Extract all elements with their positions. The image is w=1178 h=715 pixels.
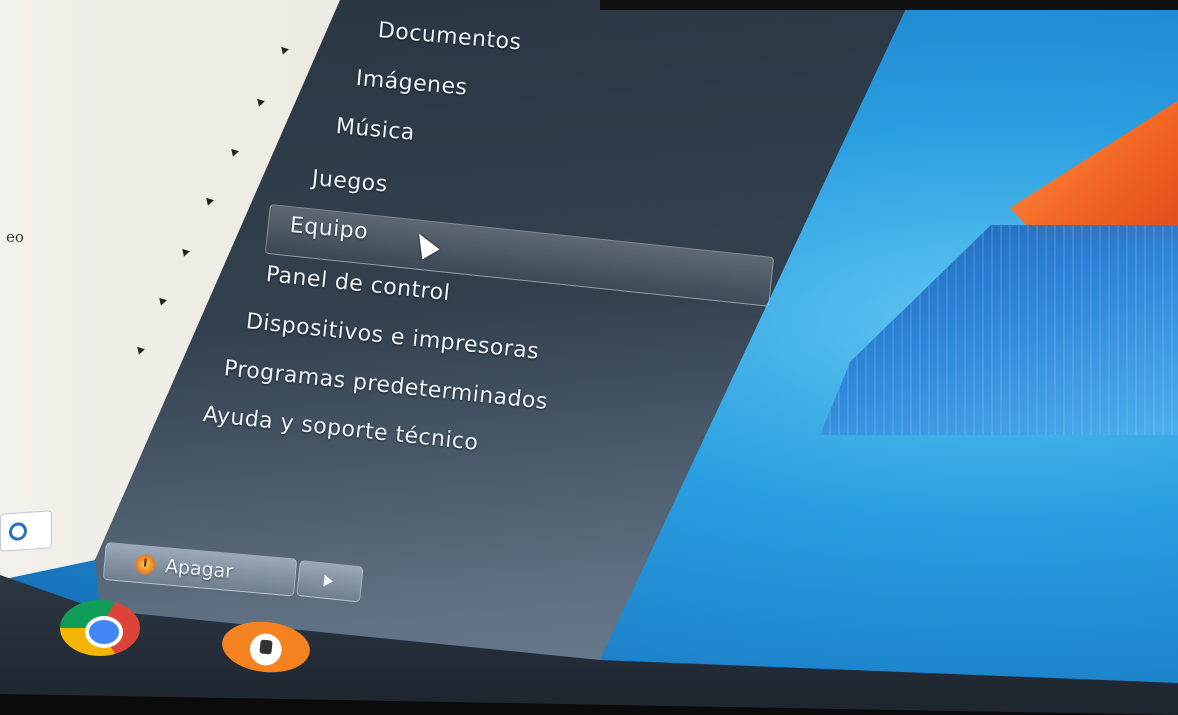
submenu-arrow-icon[interactable]	[231, 147, 240, 157]
submenu-arrow-icon[interactable]	[257, 97, 266, 107]
shutdown-options-button[interactable]	[296, 560, 364, 603]
submenu-arrow-icon[interactable]	[281, 45, 290, 55]
shield-power-icon	[134, 553, 157, 576]
submenu-arrow-icon[interactable]	[182, 247, 191, 257]
screen: eo Documentos Imágenes Música Juegos Equ…	[0, 0, 1178, 715]
submenu-arrow-icon[interactable]	[159, 296, 168, 306]
chevron-right-icon	[323, 574, 334, 588]
submenu-arrow-icon[interactable]	[206, 196, 215, 206]
program-label-fragment[interactable]: eo	[6, 228, 24, 246]
monitor-bezel-top	[600, 0, 1178, 10]
submenu-arrow-icon[interactable]	[137, 345, 146, 355]
search-input[interactable]	[0, 510, 52, 552]
chrome-icon[interactable]	[60, 600, 140, 656]
shutdown-label: Apagar	[164, 555, 235, 584]
search-icon[interactable]	[9, 521, 27, 542]
